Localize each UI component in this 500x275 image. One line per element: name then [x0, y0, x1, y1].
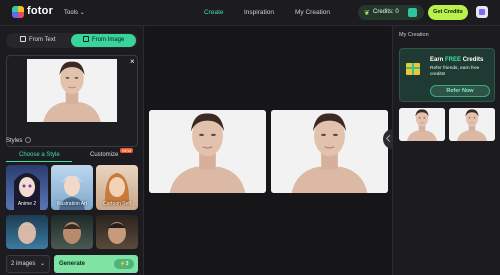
subtab-customize[interactable]: Customize: [90, 152, 118, 158]
credits-label: Credits: 0: [373, 9, 399, 15]
credits-display[interactable]: ❦ Credits: 0: [358, 5, 424, 20]
style-card-cartoon[interactable]: Cartoon Self: [96, 165, 138, 210]
creation-thumb-1[interactable]: [399, 108, 445, 141]
style-card-6[interactable]: [96, 215, 138, 249]
refer-card: Earn FREE Credits Refer friends, earn fr…: [399, 48, 495, 102]
tab-from-image-label: From Image: [92, 37, 125, 43]
creation-portrait: [449, 108, 495, 141]
tab-from-text-label: From Text: [29, 37, 56, 43]
tools-menu[interactable]: Tools ⌄: [64, 9, 85, 16]
generate-bar: 2 images ⌄ Generate ⚡3: [6, 255, 138, 273]
info-icon[interactable]: [25, 137, 32, 143]
left-panel: From Text From Image × Styles Choose a S…: [0, 26, 144, 275]
result-portrait: [271, 110, 388, 193]
mode-tabs: From Text From Image: [6, 33, 138, 48]
generate-button[interactable]: Generate ⚡3: [54, 255, 138, 273]
get-credits-button[interactable]: Get Credits: [428, 5, 468, 20]
image-icon: [83, 36, 89, 42]
tab-from-text[interactable]: From Text: [8, 34, 66, 47]
uploaded-image-area[interactable]: ×: [6, 55, 138, 147]
my-creation-title: My Creation: [399, 32, 429, 38]
refer-heading: Earn FREE Credits: [430, 57, 484, 63]
style-6-thumb: [108, 222, 126, 244]
style-card-5[interactable]: [51, 215, 93, 249]
leaf-icon: ❦: [364, 10, 370, 17]
result-portrait: [149, 110, 266, 193]
chevron-down-icon: ⌄: [39, 261, 45, 267]
creation-thumb-2[interactable]: [449, 108, 495, 141]
style-label: Cartoon Self: [103, 201, 131, 207]
nav-inspiration[interactable]: Inspiration: [244, 9, 274, 16]
result-image-1[interactable]: [149, 110, 266, 193]
tab-from-image[interactable]: From Image: [71, 34, 136, 47]
top-header: fotor Tools ⌄ Create Inspiration My Crea…: [0, 0, 500, 26]
nav-create[interactable]: Create: [204, 9, 224, 16]
uploaded-portrait: [27, 58, 117, 123]
style-label: Illustration Art: [56, 201, 88, 207]
close-icon[interactable]: ×: [130, 57, 135, 66]
style-card-illustration[interactable]: Illustration Art: [51, 165, 93, 210]
subtab-underline: [6, 161, 72, 162]
styles-heading: Styles: [6, 137, 32, 144]
brand-name[interactable]: fotor: [27, 5, 53, 17]
image-count-select[interactable]: 2 images ⌄: [6, 255, 50, 273]
generate-label: Generate: [59, 261, 86, 267]
subtab-choose-style[interactable]: Choose a Style: [19, 152, 60, 158]
chevron-down-icon: ⌄: [79, 10, 85, 16]
avatar[interactable]: [476, 6, 488, 18]
image-count-label: 2 images: [11, 261, 36, 267]
nav-my-creation[interactable]: My Creation: [295, 9, 330, 16]
generate-cost: ⚡3: [114, 259, 134, 269]
text-icon: [20, 36, 26, 42]
result-image-2[interactable]: [271, 110, 388, 193]
fotor-logo-icon[interactable]: [12, 6, 24, 18]
tools-label: Tools: [64, 10, 79, 16]
gift-icon: [406, 63, 420, 75]
style-5-thumb: [63, 222, 81, 244]
results-canvas: [145, 26, 391, 275]
refer-text: Refer friends, earn free credits!: [430, 66, 480, 77]
creation-portrait: [399, 108, 445, 141]
style-card-anime[interactable]: Anime 2: [6, 165, 48, 210]
right-panel: My Creation Earn FREE Credits Refer frie…: [392, 26, 500, 275]
style-label: Anime 2: [17, 201, 37, 207]
style-4-thumb: [16, 222, 38, 244]
new-badge: NEW: [120, 148, 134, 153]
credits-value: 0: [395, 9, 399, 15]
credits-box-icon: [408, 8, 417, 17]
refer-now-button[interactable]: Refer Now: [430, 85, 490, 97]
style-card-4[interactable]: [6, 215, 48, 249]
